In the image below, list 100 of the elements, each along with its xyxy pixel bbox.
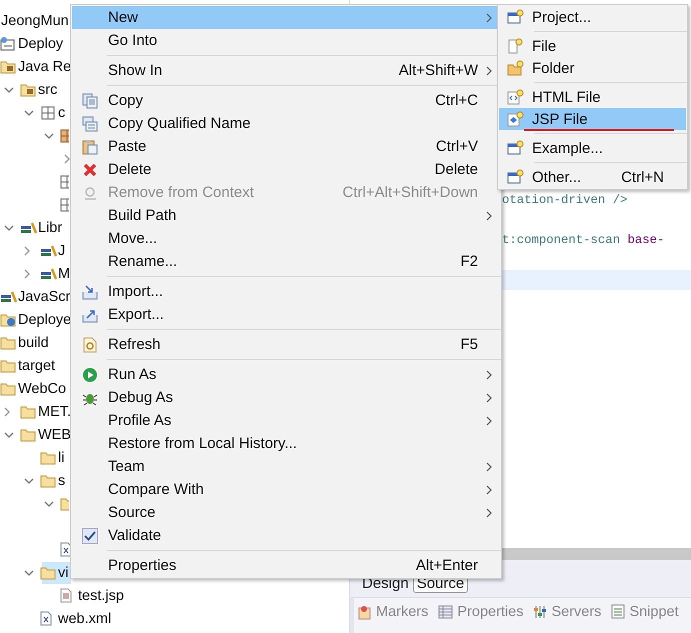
chevron-down-icon[interactable] xyxy=(24,476,34,486)
tree-item[interactable]: Java Re xyxy=(18,58,72,74)
books-icon xyxy=(40,244,58,258)
menu-item[interactable]: Copy Qualified Name xyxy=(72,112,500,135)
html-file-icon xyxy=(507,89,524,105)
menu-item[interactable]: Run As xyxy=(72,363,500,386)
tree-item[interactable]: Deploy xyxy=(18,36,64,52)
new-folder-icon xyxy=(507,60,524,76)
tree-item[interactable]: WEB xyxy=(38,426,72,442)
shortcut-label: Ctrl+N xyxy=(621,168,664,186)
tree-item[interactable]: src xyxy=(38,82,58,98)
menu-item[interactable]: Build Path xyxy=(72,204,500,227)
snippet-icon xyxy=(611,604,626,619)
chevron-down-icon[interactable] xyxy=(24,108,34,118)
tree-item[interactable]: li xyxy=(58,450,64,466)
chevron-right-icon[interactable] xyxy=(24,268,30,278)
chevron-right-icon[interactable] xyxy=(4,406,10,416)
chevron-down-icon[interactable] xyxy=(4,84,14,94)
menu-item[interactable]: File xyxy=(499,35,686,57)
books-icon xyxy=(20,220,38,234)
tree-item[interactable]: WebCo xyxy=(18,380,66,396)
sliders-icon xyxy=(533,604,548,618)
menu-item[interactable]: Restore from Local History... xyxy=(72,432,500,455)
marker-icon xyxy=(358,604,372,620)
tree-item[interactable]: J xyxy=(58,242,66,258)
globe-folder-icon xyxy=(0,312,16,326)
shortcut-label: Alt+Enter xyxy=(416,557,478,574)
menu-item[interactable]: Move... xyxy=(72,227,500,250)
tree-item[interactable]: c xyxy=(58,104,66,120)
window-star-icon xyxy=(507,9,524,25)
tree-item[interactable]: Deploye xyxy=(18,312,72,328)
menu-item[interactable]: Folder xyxy=(499,57,686,79)
copy-icon xyxy=(82,116,98,132)
code-line: otation-driven /> xyxy=(502,193,628,207)
menu-item[interactable]: Refresh F5 xyxy=(72,333,500,356)
menu-item[interactable]: New xyxy=(72,6,500,29)
folder-icon xyxy=(40,450,56,464)
shortcut-label: Delete xyxy=(434,161,478,178)
folder-icon xyxy=(0,336,16,350)
clipboard-icon xyxy=(82,138,98,154)
menu-item[interactable]: Example... xyxy=(499,137,686,159)
folder-icon xyxy=(0,382,16,396)
menu-item[interactable]: Compare With xyxy=(72,478,500,501)
menu-item[interactable]: Source xyxy=(72,501,500,524)
folder-icon xyxy=(40,566,56,580)
import-icon xyxy=(82,284,98,300)
code-line: t:component-scan base- xyxy=(502,233,664,247)
shortcut-label: Alt+Shift+W xyxy=(398,62,478,79)
folder-icon xyxy=(0,358,16,372)
chevron-right-icon[interactable] xyxy=(24,246,30,256)
folder-icon xyxy=(20,404,36,418)
folder-icon xyxy=(0,60,16,74)
menu-item[interactable]: Show In Alt+Shift+W xyxy=(72,59,500,82)
menu-item[interactable]: Properties Alt+Enter xyxy=(72,554,500,577)
menu-item[interactable]: JSP File xyxy=(499,108,686,130)
tree-item[interactable]: test.jsp xyxy=(78,588,124,604)
copy-icon xyxy=(82,92,98,108)
tree-item[interactable]: s xyxy=(58,472,66,488)
remove-icon xyxy=(82,184,98,200)
chevron-down-icon[interactable] xyxy=(44,130,54,140)
menu-item[interactable]: Delete Delete xyxy=(72,158,500,181)
menu-item[interactable]: Profile As xyxy=(72,409,500,432)
tree-item[interactable]: JeongMun xyxy=(1,12,69,28)
tree-item[interactable]: target xyxy=(18,358,56,374)
tree-item[interactable]: Libr xyxy=(38,220,62,236)
menu-item[interactable]: Rename... F2 xyxy=(72,250,500,273)
folder-icon xyxy=(40,474,56,488)
tree-item[interactable]: build xyxy=(18,334,49,350)
chevron-down-icon[interactable] xyxy=(4,222,14,232)
books-icon xyxy=(0,290,18,304)
chevron-down-icon[interactable] xyxy=(24,568,34,578)
menu-item[interactable]: Go Into xyxy=(72,29,500,52)
tree-item[interactable]: MET. xyxy=(38,404,72,420)
menu-item[interactable]: Import... xyxy=(72,280,500,303)
menu-item[interactable]: Debug As xyxy=(72,386,500,409)
menu-item[interactable]: Copy Ctrl+C xyxy=(72,89,500,112)
shortcut-label: Ctrl+C xyxy=(435,92,478,109)
tree-item[interactable]: web.xml xyxy=(58,610,112,626)
menu-item[interactable]: Team xyxy=(72,455,500,478)
tree-item[interactable]: JavaScr xyxy=(18,288,70,304)
menu-item[interactable]: Export... xyxy=(72,303,500,326)
tree-item[interactable]: M xyxy=(58,266,70,282)
menu-item[interactable]: Paste Ctrl+V xyxy=(72,135,500,158)
selected-tree-item[interactable]: vi xyxy=(42,562,72,584)
menu-item[interactable]: HTML File xyxy=(499,86,686,108)
menu-item[interactable]: Project... xyxy=(499,6,686,28)
package-icon xyxy=(60,128,69,144)
chevron-right-icon[interactable] xyxy=(64,154,70,164)
folder-icon xyxy=(20,82,36,96)
package-icon xyxy=(60,196,69,212)
delete-icon xyxy=(82,162,98,178)
window-star-icon xyxy=(507,169,524,185)
shortcut-label: F5 xyxy=(460,336,478,353)
package-icon xyxy=(40,104,56,120)
menu-item[interactable]: Other... Ctrl+N xyxy=(499,166,686,188)
menu-item[interactable]: Validate xyxy=(72,524,500,547)
table-icon xyxy=(438,604,454,618)
xml-file-icon xyxy=(40,611,52,626)
chevron-down-icon[interactable] xyxy=(4,430,14,440)
chevron-down-icon[interactable] xyxy=(44,498,54,508)
